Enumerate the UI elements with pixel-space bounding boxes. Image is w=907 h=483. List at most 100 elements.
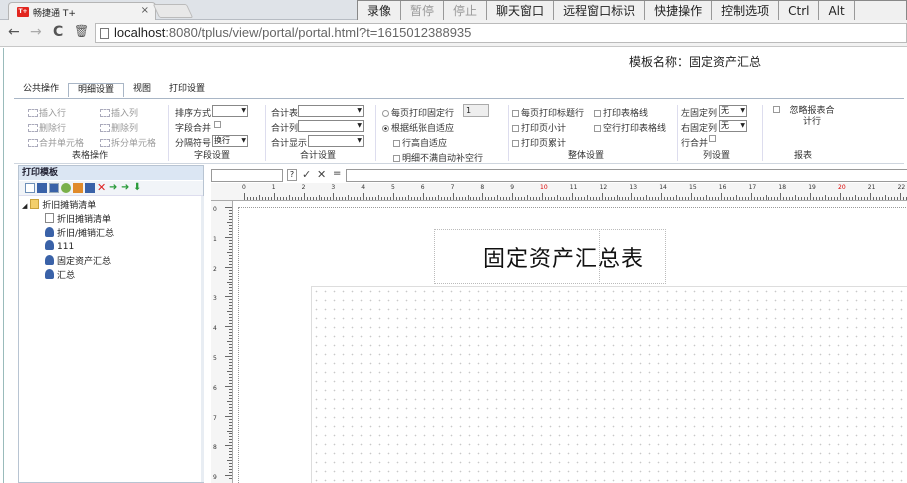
function-icon[interactable]: ? xyxy=(287,169,297,181)
total-display-select[interactable] xyxy=(308,135,364,147)
separator-select[interactable]: 换行 xyxy=(212,135,248,147)
sort-select[interactable] xyxy=(212,105,248,117)
insert-row-button[interactable]: 插入行 xyxy=(28,106,66,119)
fixed-rows-input[interactable]: 1 xyxy=(463,104,489,117)
browser-tab[interactable]: T+ 畅捷通 T+ × xyxy=(8,2,156,20)
ruler-h-tick xyxy=(348,195,350,200)
edit-icon[interactable] xyxy=(85,183,95,193)
back-icon[interactable]: ← xyxy=(8,24,20,40)
right-fixed-select[interactable]: 无 xyxy=(719,120,747,132)
tab-close-icon[interactable]: × xyxy=(141,5,149,16)
print-table-lines-checkbox[interactable] xyxy=(594,110,601,117)
blank-row-lines-option[interactable]: 空行打印表格线 xyxy=(594,121,666,134)
ruler-h-tick xyxy=(276,197,278,200)
field-merge-checkbox[interactable] xyxy=(214,121,221,128)
shortcut-ops-button[interactable]: 快捷操作 xyxy=(645,1,713,22)
total-col-select[interactable] xyxy=(298,120,364,132)
print-page-cumulative-option[interactable]: 打印页累计 xyxy=(512,136,566,149)
cancel-icon[interactable]: ✕ xyxy=(317,168,326,181)
alt-button[interactable]: Alt xyxy=(819,1,855,22)
control-options-button[interactable]: 控制选项 xyxy=(712,1,780,22)
tree-item[interactable]: 折旧摊销清单 xyxy=(45,212,111,225)
ruler-h-tick xyxy=(381,197,383,200)
fixed-rows-option[interactable]: 每页打印固定行 xyxy=(382,106,454,119)
delete-icon[interactable]: ✕ xyxy=(97,182,107,193)
remote-window-mark-button[interactable]: 远程窗口标识 xyxy=(554,1,646,22)
document-icon xyxy=(45,213,54,223)
report-title[interactable]: 固定资产汇总表 xyxy=(483,241,644,273)
formula-input[interactable] xyxy=(346,169,907,182)
move-down-icon[interactable]: ⬇ xyxy=(133,183,143,193)
new-tab-button[interactable] xyxy=(152,4,194,18)
ignore-total-checkbox[interactable] xyxy=(773,106,780,113)
chat-window-button[interactable]: 聊天窗口 xyxy=(487,1,555,22)
export-icon[interactable]: ➜ xyxy=(121,183,131,193)
tab-detail-settings[interactable]: 明细设置 xyxy=(68,83,125,97)
copy-icon[interactable] xyxy=(73,183,83,193)
row-height-auto-option[interactable]: 行高自适应 xyxy=(393,136,447,149)
ruler-h-tick xyxy=(562,197,564,200)
detail-grid[interactable] xyxy=(311,286,907,483)
row-merge-checkbox[interactable] xyxy=(709,135,716,142)
print-title-rows-checkbox[interactable] xyxy=(512,110,519,117)
cell-name-input[interactable] xyxy=(211,169,283,182)
tree-root[interactable]: ◢ 折旧摊销清单 xyxy=(22,198,96,211)
url-input[interactable]: localhost:8080/tplus/view/portal/portal.… xyxy=(95,23,907,43)
print-table-lines-option[interactable]: 打印表格线 xyxy=(594,106,648,119)
ruler-v-tick xyxy=(225,326,232,328)
new-file-icon[interactable] xyxy=(25,183,35,193)
ruler-h-tick xyxy=(482,193,484,200)
ruler-h-tick xyxy=(494,197,496,200)
fixed-rows-radio[interactable] xyxy=(382,110,389,117)
pause-button[interactable]: 暂停 xyxy=(401,1,445,22)
ruler-h-tick xyxy=(390,197,392,200)
refresh-icon[interactable] xyxy=(61,183,71,193)
record-button[interactable]: 录像 xyxy=(358,1,402,22)
delete-col-button[interactable]: 删除列 xyxy=(100,121,138,134)
forward-icon[interactable]: → xyxy=(30,24,42,40)
stop-button[interactable]: 停止 xyxy=(444,1,488,22)
collapse-icon[interactable]: ◢ xyxy=(22,202,27,210)
ruler-v-tick xyxy=(229,272,232,274)
ruler-h-tick xyxy=(378,195,380,200)
delete-row-button[interactable]: 删除行 xyxy=(28,121,66,134)
ruler-h-tick xyxy=(288,195,290,200)
trash-icon[interactable]: 🗑 xyxy=(74,24,89,38)
panel-splitter[interactable] xyxy=(201,196,204,482)
confirm-icon[interactable]: ✓ xyxy=(302,168,311,181)
ruler-h-tick xyxy=(583,197,585,200)
delete-col-icon xyxy=(100,124,110,132)
tree-item[interactable]: 固定资产汇总 xyxy=(45,254,111,267)
import-icon[interactable]: ➜ xyxy=(109,183,119,193)
auto-fit-paper-radio[interactable] xyxy=(382,125,389,132)
print-page-subtotal-option[interactable]: 打印页小计 xyxy=(512,121,566,134)
total-table-select[interactable] xyxy=(298,105,364,117)
print-page-cumulative-checkbox[interactable] xyxy=(512,140,519,147)
save-as-icon[interactable] xyxy=(49,183,59,193)
print-title-rows-option[interactable]: 每页打印标题行 xyxy=(512,106,584,119)
ruler-h-tick xyxy=(407,195,409,200)
tab-print-settings[interactable]: 打印设置 xyxy=(160,83,214,97)
report-canvas[interactable]: 固定资产汇总表 xyxy=(233,201,907,483)
tab-common-ops[interactable]: 公共操作 xyxy=(14,83,68,97)
tree-item[interactable]: 汇总 xyxy=(45,268,75,281)
user-icon xyxy=(45,240,54,250)
left-fixed-select[interactable]: 无 xyxy=(719,105,747,117)
ruler-h-tick xyxy=(702,197,704,200)
ruler-h-tick xyxy=(264,197,266,200)
no-blank-fill-checkbox[interactable] xyxy=(393,155,400,162)
insert-col-button[interactable]: 插入列 xyxy=(100,106,138,119)
split-cells-button[interactable]: 拆分单元格 xyxy=(100,136,156,149)
tree-item[interactable]: 折旧/摊销汇总 xyxy=(45,226,114,239)
tree-item[interactable]: 111 xyxy=(45,240,74,252)
ctrl-button[interactable]: Ctrl xyxy=(779,1,820,22)
tab-view[interactable]: 视图 xyxy=(124,83,160,97)
print-page-subtotal-checkbox[interactable] xyxy=(512,125,519,132)
blank-row-lines-checkbox[interactable] xyxy=(594,125,601,132)
ruler-h-tick xyxy=(479,197,481,200)
no-blank-fill-option[interactable]: 明细不满自动补空行 xyxy=(393,151,483,164)
reload-icon[interactable]: C xyxy=(53,24,63,40)
save-icon[interactable] xyxy=(37,183,47,193)
auto-fit-paper-option[interactable]: 根据纸张自适应 xyxy=(382,121,454,134)
row-height-auto-checkbox[interactable] xyxy=(393,140,400,147)
